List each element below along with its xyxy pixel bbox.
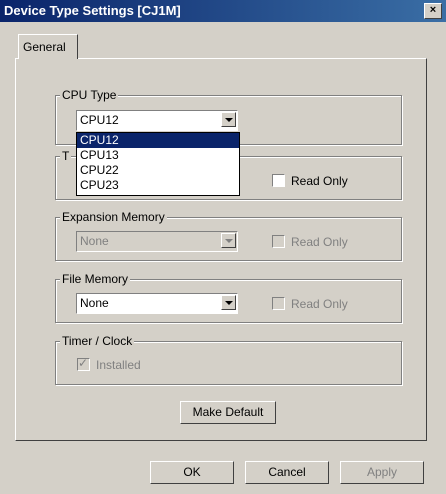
cpu-type-value: CPU12 <box>80 113 119 127</box>
read-only-label-3: Read Only <box>291 297 348 311</box>
file-memory-label: File Memory <box>60 272 131 286</box>
file-memory-value: None <box>80 296 109 310</box>
read-only-label-2: Read Only <box>291 235 348 249</box>
read-only-checkbox-1[interactable] <box>272 174 285 187</box>
file-memory-combo[interactable]: None <box>76 293 238 314</box>
close-button[interactable]: × <box>424 3 442 19</box>
timer-clock-label: Timer / Clock <box>60 334 135 348</box>
checkmark-icon: ✓ <box>78 356 89 370</box>
read-only-checkbox-2[interactable] <box>272 235 285 248</box>
installed-label: Installed <box>96 358 141 372</box>
window-title: Device Type Settings [CJ1M] <box>4 3 181 18</box>
dropdown-option-cpu23[interactable]: CPU23 <box>77 178 239 193</box>
cancel-button[interactable]: Cancel <box>245 461 329 484</box>
cpu-type-label: CPU Type <box>60 88 119 102</box>
close-icon: × <box>429 4 437 16</box>
chevron-down-icon[interactable] <box>221 295 236 310</box>
title-bar: Device Type Settings [CJ1M] × <box>0 0 446 22</box>
installed-checkbox[interactable]: ✓ <box>77 356 90 371</box>
make-default-button[interactable]: Make Default <box>180 401 276 424</box>
chevron-down-icon[interactable] <box>221 233 236 248</box>
cpu-type-combo[interactable]: CPU12 <box>76 110 238 131</box>
read-only-label-1: Read Only <box>291 174 348 188</box>
expansion-memory-combo[interactable]: None <box>76 231 238 252</box>
dropdown-option-cpu13[interactable]: CPU13 <box>77 148 239 163</box>
apply-button[interactable]: Apply <box>340 461 424 484</box>
expansion-memory-label: Expansion Memory <box>60 210 167 224</box>
read-only-checkbox-3[interactable] <box>272 297 285 310</box>
dropdown-option-cpu12[interactable]: CPU12 <box>77 133 239 148</box>
chevron-down-icon[interactable] <box>221 112 236 127</box>
tab-general-label: General <box>23 40 66 54</box>
dropdown-option-cpu22[interactable]: CPU22 <box>77 163 239 178</box>
ok-button[interactable]: OK <box>150 461 234 484</box>
timer-memory-label: T <box>60 149 72 163</box>
tab-general[interactable]: General <box>18 34 78 59</box>
expansion-memory-value: None <box>80 234 109 248</box>
cpu-type-dropdown-list[interactable]: CPU12 CPU13 CPU22 CPU23 <box>76 132 240 196</box>
